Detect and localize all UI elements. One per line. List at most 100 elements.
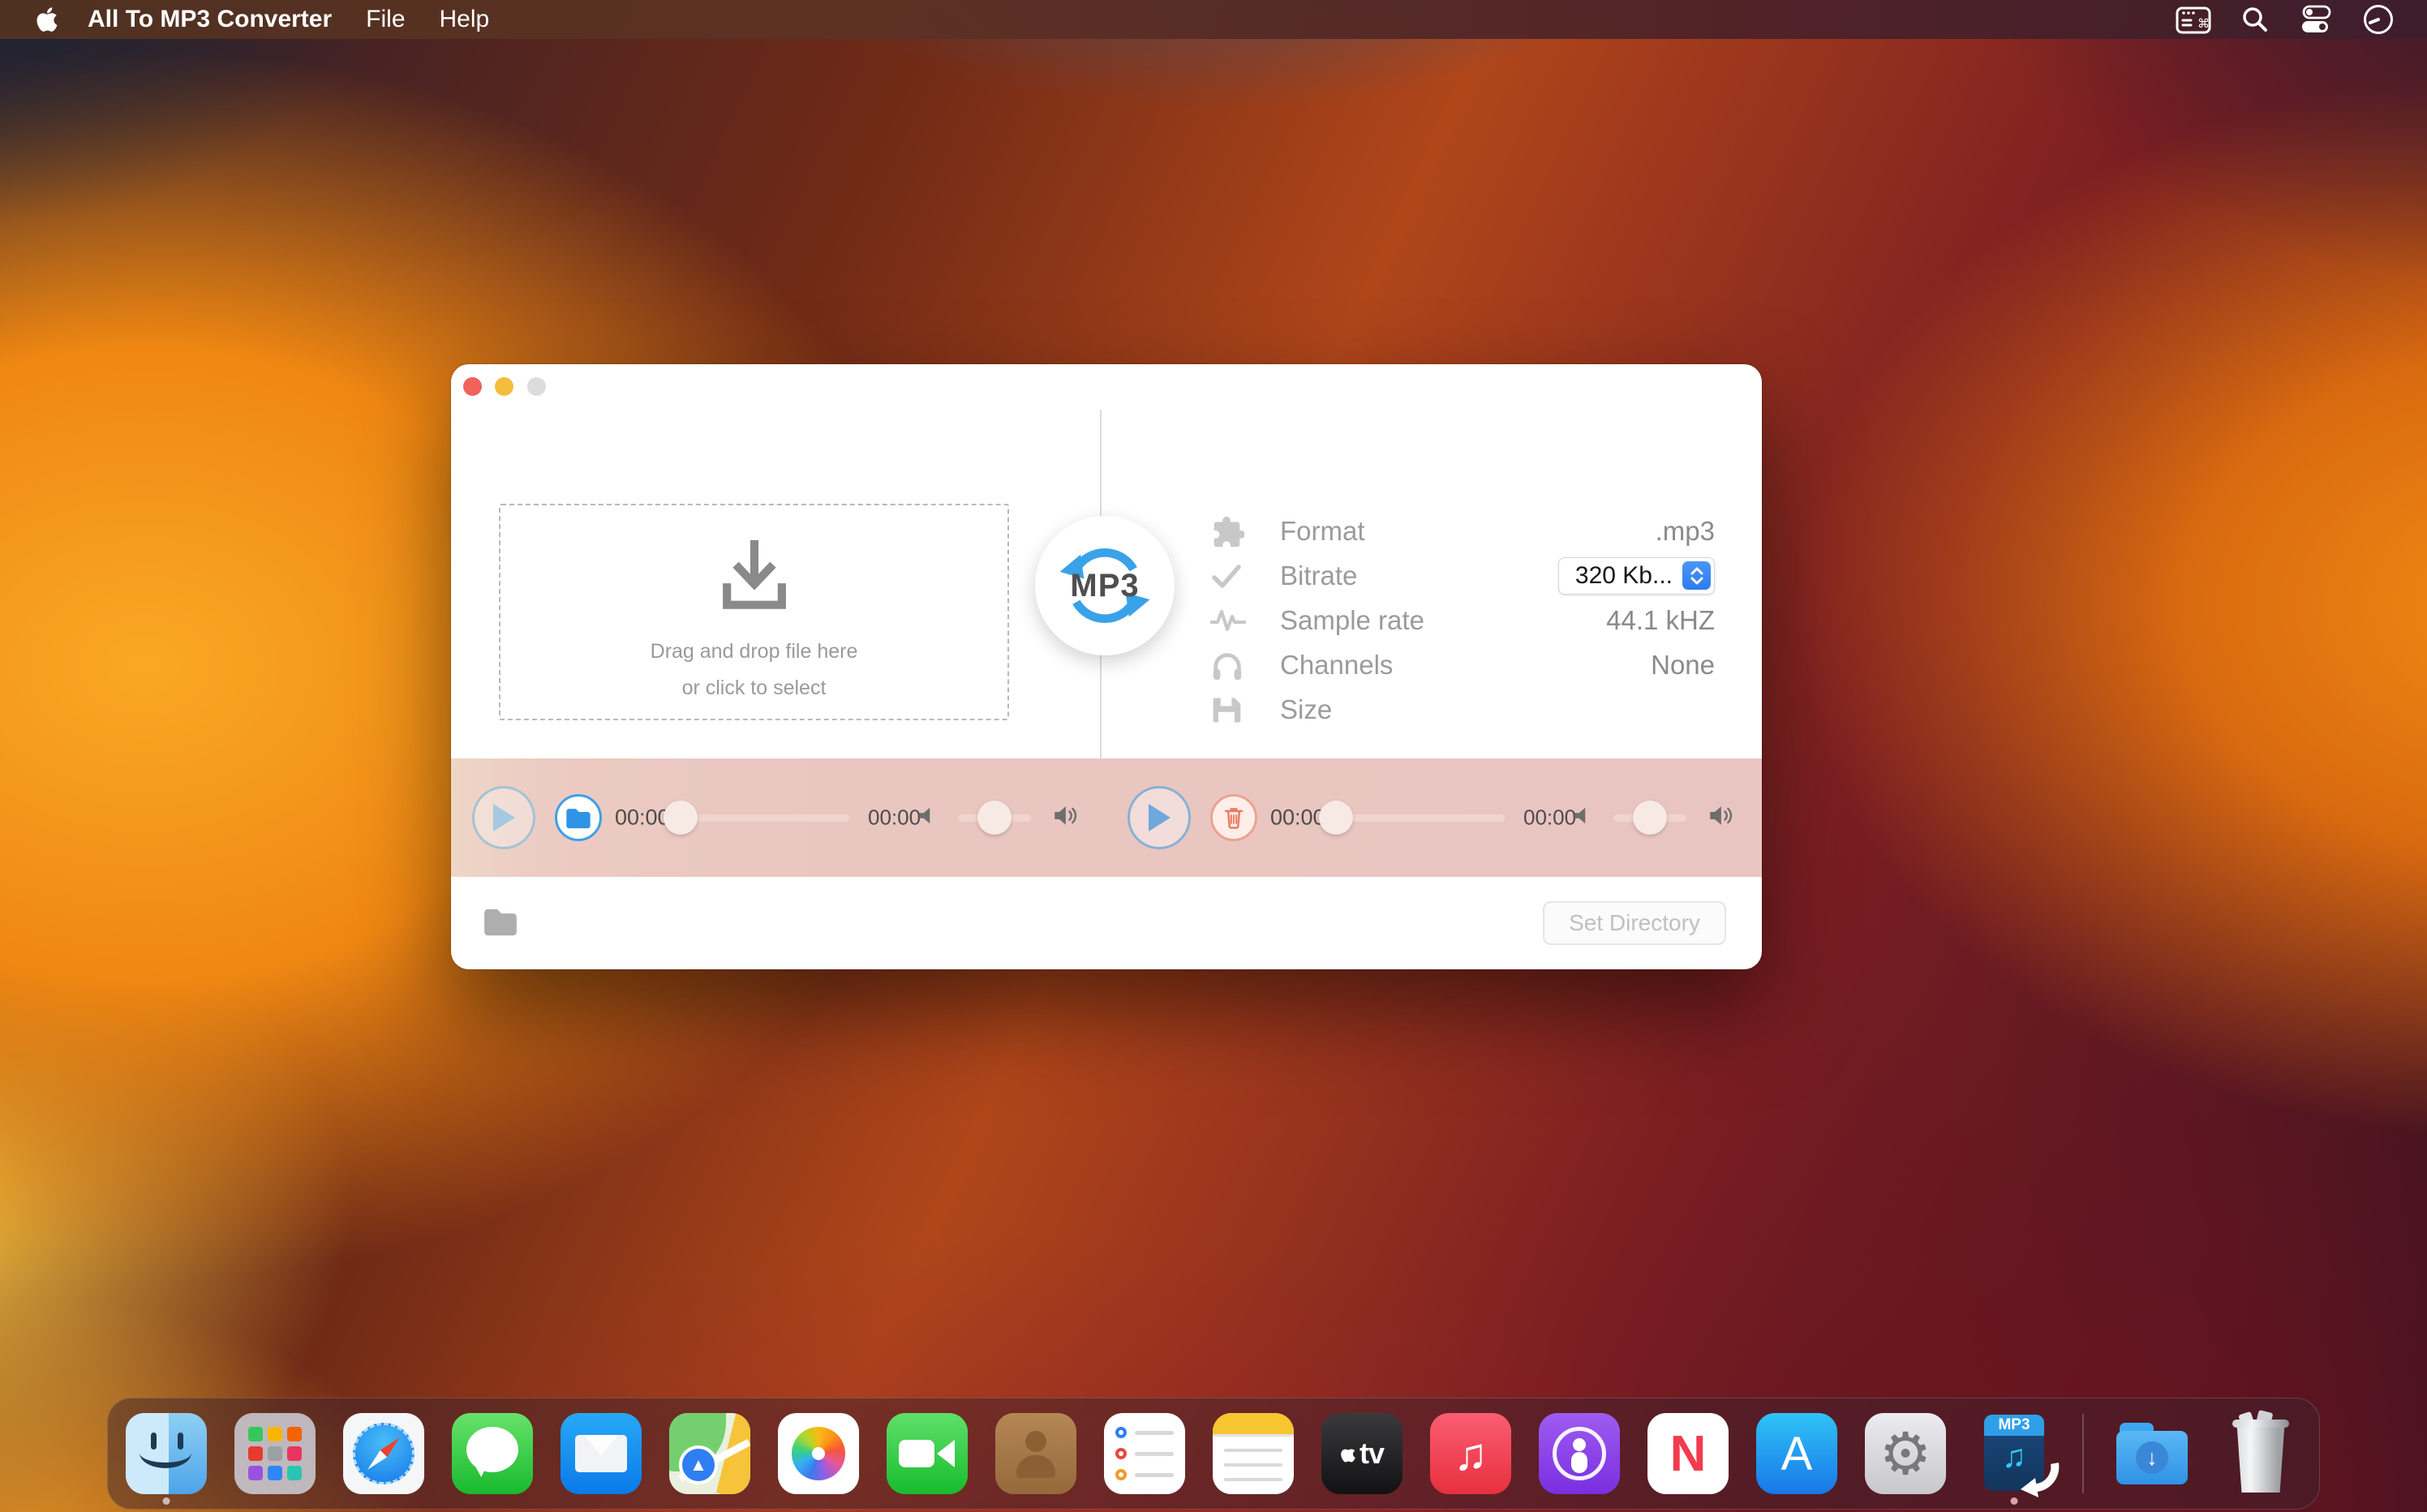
- dock-item-notes[interactable]: [1213, 1413, 1294, 1494]
- save-icon: [1210, 694, 1248, 726]
- slider-track: [1336, 814, 1505, 822]
- puzzle-icon: [1210, 514, 1248, 548]
- popup-stepper-icon: [1682, 561, 1711, 590]
- detail-label: Size: [1280, 694, 1715, 725]
- detail-row-size: Size: [1210, 687, 1715, 732]
- speaker-loud-icon: [1708, 805, 1736, 831]
- dock-item-facetime[interactable]: [887, 1413, 968, 1494]
- detail-value: 44.1 kHZ: [1606, 605, 1715, 636]
- download-tray-icon: [707, 526, 801, 621]
- mp3-badge-label: MP3: [1070, 568, 1139, 604]
- dock-item-downloads[interactable]: ↓: [2111, 1413, 2193, 1494]
- running-indicator: [163, 1497, 170, 1505]
- control-center-icon[interactable]: [2299, 4, 2333, 35]
- window-footer: Set Directory: [451, 877, 1762, 969]
- zoom-button[interactable]: [527, 377, 546, 396]
- player-bar: 00:00 00:00: [451, 758, 1762, 877]
- dock-item-reminders[interactable]: [1104, 1413, 1185, 1494]
- slider-thumb[interactable]: [977, 801, 1012, 835]
- speaker-mute-icon: [917, 805, 938, 831]
- slider-thumb[interactable]: [1633, 801, 1667, 835]
- apple-icon: [36, 6, 58, 33]
- mp3-app-label: MP3: [1984, 1415, 2044, 1436]
- dock-item-tv[interactable]: tv: [1321, 1413, 1403, 1494]
- menu-help[interactable]: Help: [440, 6, 490, 33]
- gear-icon: ⚙: [1879, 1420, 1932, 1488]
- dock-item-photos[interactable]: [778, 1413, 859, 1494]
- dock-item-launchpad[interactable]: [234, 1413, 316, 1494]
- dock-item-finder[interactable]: [126, 1413, 207, 1494]
- dock-item-safari[interactable]: [343, 1413, 424, 1494]
- dock-item-maps[interactable]: ▲: [669, 1413, 750, 1494]
- detail-label: Bitrate: [1280, 561, 1558, 591]
- detail-row-format: Format .mp3: [1210, 509, 1715, 553]
- bitrate-value: 320 Kb...: [1559, 562, 1682, 590]
- folder-icon: [565, 806, 592, 829]
- slider-thumb[interactable]: [1319, 801, 1353, 835]
- download-arrow-icon: ↓: [2136, 1441, 2168, 1474]
- menu-bar: All To MP3 Converter File Help ⌘: [0, 0, 2427, 39]
- waveform-icon: [1210, 603, 1248, 638]
- dock: ▲ tv ♫ N: [107, 1398, 2320, 1510]
- time-volume: 00:00: [1523, 805, 1576, 831]
- dock-item-contacts[interactable]: [995, 1413, 1076, 1494]
- close-button[interactable]: [463, 377, 482, 396]
- desktop: All To MP3 Converter File Help ⌘: [0, 0, 2427, 1512]
- apple-menu[interactable]: [36, 5, 60, 34]
- speaker-loud-icon: [1053, 805, 1080, 831]
- progress-slider[interactable]: [664, 801, 866, 835]
- slider-thumb[interactable]: [664, 801, 698, 835]
- dropzone-line2: or click to select: [682, 677, 827, 700]
- minimize-button[interactable]: [495, 377, 513, 396]
- apple-icon: [1340, 1444, 1356, 1463]
- convert-arrow-icon: [2019, 1460, 2061, 1499]
- detail-row-samplerate: Sample rate 44.1 kHZ: [1210, 598, 1715, 642]
- detail-value: None: [1651, 650, 1715, 681]
- dock-item-settings[interactable]: ⚙: [1865, 1413, 1946, 1494]
- running-indicator: [2011, 1497, 2018, 1505]
- dock-item-podcasts[interactable]: [1539, 1413, 1620, 1494]
- music-note-icon: ♫: [1454, 1428, 1488, 1480]
- file-dropzone[interactable]: Drag and drop file here or click to sele…: [499, 504, 1009, 720]
- dock-item-mail[interactable]: [561, 1413, 642, 1494]
- menu-file[interactable]: File: [366, 6, 405, 33]
- detail-row-bitrate: Bitrate 320 Kb...: [1210, 553, 1715, 598]
- progress-slider[interactable]: [1319, 801, 1522, 835]
- window-command-icon[interactable]: ⌘: [2176, 5, 2211, 34]
- slider-track: [681, 814, 849, 822]
- dropzone-line1: Drag and drop file here: [651, 640, 858, 664]
- dock-item-music[interactable]: ♫: [1430, 1413, 1511, 1494]
- dock-item-appstore[interactable]: A: [1756, 1413, 1837, 1494]
- clock-icon[interactable]: [2362, 3, 2395, 36]
- dock-item-news[interactable]: N: [1647, 1413, 1729, 1494]
- detail-label: Format: [1280, 516, 1656, 547]
- volume-slider[interactable]: [941, 801, 1048, 835]
- time-volume: 00:00: [868, 805, 921, 831]
- speaker-mute-icon: [1572, 805, 1593, 831]
- menubar-app-name[interactable]: All To MP3 Converter: [88, 6, 332, 33]
- dock-item-messages[interactable]: [452, 1413, 533, 1494]
- dock-item-mp3-converter[interactable]: MP3 ♫: [1974, 1413, 2055, 1494]
- converter-window: Drag and drop file here or click to sele…: [451, 364, 1762, 969]
- trash-icon: [1222, 805, 1245, 830]
- detail-row-channels: Channels None: [1210, 642, 1715, 687]
- output-details: Format .mp3 Bitrate 320 Kb...: [1210, 509, 1715, 732]
- play-button[interactable]: [1128, 786, 1191, 849]
- svg-text:⌘: ⌘: [2197, 17, 2210, 31]
- time-position: 00:00: [1270, 805, 1325, 831]
- volume-slider[interactable]: [1596, 801, 1703, 835]
- play-button[interactable]: [472, 786, 535, 849]
- bitrate-popup[interactable]: 320 Kb...: [1558, 557, 1715, 595]
- output-folder-icon[interactable]: [482, 906, 519, 941]
- delete-button[interactable]: [1210, 794, 1257, 841]
- set-directory-button[interactable]: Set Directory: [1543, 901, 1726, 945]
- checkmark-icon: [1210, 560, 1248, 592]
- player-source: 00:00 00:00: [451, 758, 1106, 877]
- headphones-icon: [1210, 648, 1248, 682]
- dock-item-trash[interactable]: [2220, 1413, 2301, 1494]
- detail-label: Channels: [1280, 650, 1651, 681]
- player-output: 00:00 00:00: [1106, 758, 1762, 877]
- spotlight-search-icon[interactable]: [2240, 5, 2270, 34]
- detail-label: Sample rate: [1280, 605, 1606, 636]
- open-file-button[interactable]: [555, 794, 602, 841]
